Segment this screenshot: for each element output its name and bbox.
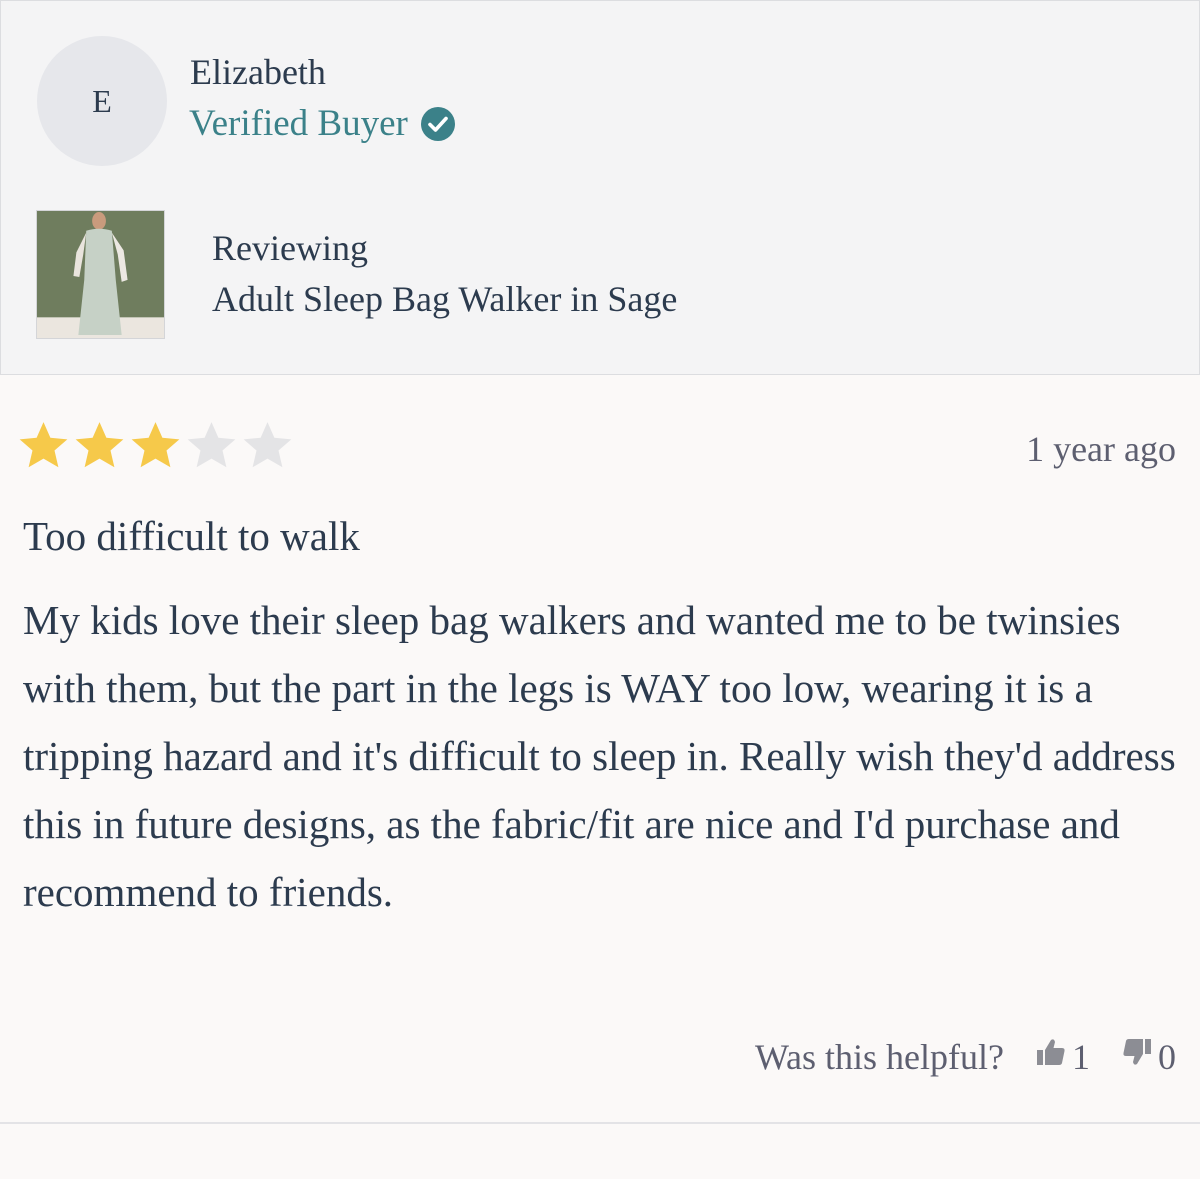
- upvote-count: 1: [1072, 1036, 1090, 1077]
- avatar: E: [37, 36, 167, 166]
- helpful-question: Was this helpful?: [754, 1036, 1004, 1077]
- reviewer-header: E Elizabeth Verified Buyer Reviewing Adu…: [0, 0, 1200, 375]
- check-circle-icon: [420, 106, 456, 142]
- reviewer-name: Elizabeth: [190, 52, 326, 92]
- star-filled-icon: [131, 422, 180, 468]
- verified-buyer-badge: Verified Buyer: [189, 102, 456, 145]
- downvote-count: 0: [1158, 1036, 1176, 1077]
- review-body: My kids love their sleep bag walkers and…: [23, 597, 1176, 915]
- reviewing-label: Reviewing: [212, 228, 368, 268]
- product-thumbnail[interactable]: [36, 210, 165, 339]
- avatar-initial: E: [92, 82, 112, 119]
- review-timestamp: 1 year ago: [1026, 429, 1176, 469]
- divider: [0, 1122, 1200, 1124]
- star-empty-icon: [243, 422, 292, 468]
- review-title: Too difficult to walk: [23, 513, 360, 559]
- star-filled-icon: [75, 422, 124, 468]
- product-name[interactable]: Adult Sleep Bag Walker in Sage: [212, 278, 677, 320]
- thumbs-down-icon: [1120, 1035, 1158, 1078]
- verified-buyer-label: Verified Buyer: [189, 103, 408, 144]
- thumbs-up-icon: [1034, 1035, 1072, 1078]
- helpful-section: Was this helpful? 1 0: [755, 1035, 1176, 1078]
- product-image: [37, 211, 164, 338]
- star-filled-icon: [19, 422, 68, 468]
- star-rating: [16, 418, 296, 473]
- downvote-button[interactable]: 0: [1120, 1035, 1176, 1078]
- upvote-button[interactable]: 1: [1034, 1035, 1090, 1078]
- star-empty-icon: [187, 422, 236, 468]
